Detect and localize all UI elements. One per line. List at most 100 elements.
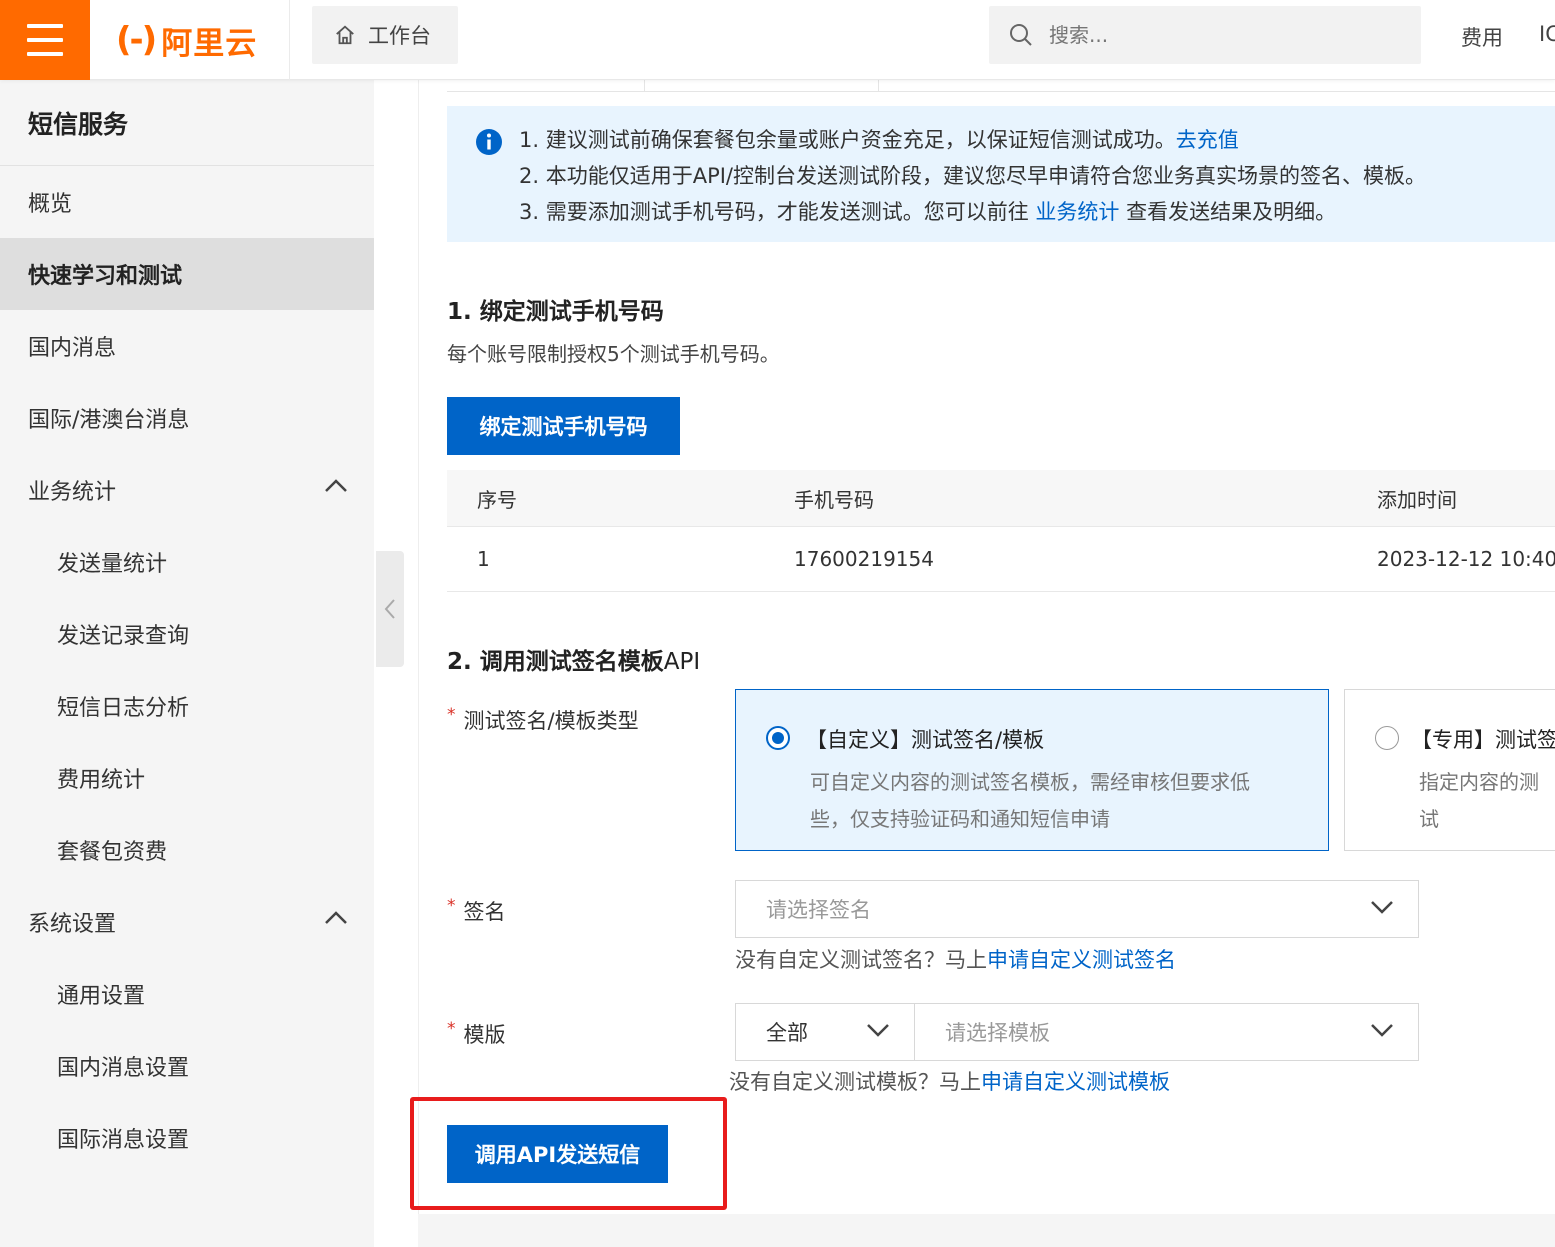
template-select-placeholder: 请选择模板: [945, 1021, 1050, 1045]
notice-line-2: 2. 本功能仅适用于API/控制台发送测试阶段，建议您尽早申请符合您业务真实场景…: [519, 158, 1555, 194]
radio-dedicated[interactable]: [1375, 726, 1399, 750]
tab-strip: [447, 80, 1555, 92]
column-header-phone: 手机号码: [794, 487, 874, 512]
notice-line-3-tail: 查看发送结果及明细。: [1119, 200, 1337, 224]
hamburger-menu-button[interactable]: [0, 0, 90, 80]
required-mark: *: [447, 896, 456, 916]
notice-line-3-text: 3. 需要添加测试手机号码，才能发送测试。您可以前往: [519, 200, 1036, 224]
sidebar-item-label: 发送记录查询: [57, 624, 190, 649]
search-box[interactable]: [989, 6, 1421, 64]
sidebar-item-label: 套餐包资费: [57, 840, 168, 865]
sidebar-item-label: 概览: [28, 192, 73, 217]
sidebar-item-domestic-settings[interactable]: 国内消息设置: [0, 1030, 374, 1102]
sidebar-group-settings[interactable]: 系统设置: [0, 886, 374, 958]
sidebar-item-cost-stats[interactable]: 费用统计: [0, 742, 374, 814]
sidebar: 短信服务 概览 快速学习和测试 国内消息 国际/港澳台消息 业务统计 发送量统计…: [0, 80, 374, 1247]
sidebar-item-label: 短信日志分析: [57, 696, 190, 721]
workbench-label: 工作台: [368, 24, 431, 48]
sign-select[interactable]: 请选择签名: [735, 880, 1419, 938]
workbench-button[interactable]: 工作台: [312, 6, 458, 64]
option-custom-title: 【自定义】测试签名/模板: [806, 728, 1045, 752]
section-1-title: 1. 绑定测试手机号码: [447, 299, 664, 325]
ic-link[interactable]: IC: [1539, 22, 1555, 46]
option-dedicated-desc-line: 指定内容的测试: [1419, 770, 1539, 831]
sidebar-item-overview[interactable]: 概览: [0, 166, 374, 238]
section-2-title-main: 2. 调用测试签名模板: [447, 649, 664, 675]
section-2-title: 2. 调用测试签名模板API: [447, 642, 700, 676]
column-header-index: 序号: [477, 487, 517, 512]
chevron-left-icon: [384, 599, 395, 619]
required-mark: *: [447, 1019, 456, 1039]
sign-hint: 没有自定义测试签名？马上申请自定义测试签名: [735, 944, 1176, 974]
required-mark: *: [447, 705, 456, 725]
notice-line-1-text: 1. 建议测试前确保套餐包余量或账户资金充足，以保证短信测试成功。: [519, 128, 1176, 152]
radio-custom[interactable]: [766, 726, 790, 750]
column-header-time: 添加时间: [1377, 487, 1457, 512]
chevron-up-icon: [325, 911, 347, 924]
sidebar-item-international-settings[interactable]: 国际消息设置: [0, 1102, 374, 1174]
option-custom-desc: 可自定义内容的测试签名模板，需经审核但要求低 些，仅支持验证码和通知短信申请: [810, 764, 1250, 838]
notice-line-2-text: 2. 本功能仅适用于API/控制台发送测试阶段，建议您尽早申请符合您业务真实场景…: [519, 164, 1427, 188]
sidebar-title: 短信服务: [0, 80, 374, 166]
chevron-down-icon: [867, 1024, 889, 1037]
sidebar-collapse-handle[interactable]: [376, 551, 404, 667]
aliyun-logo[interactable]: (-) 阿里云: [90, 0, 290, 80]
logo-text: 阿里云: [161, 25, 258, 62]
main-bottom-gap: [418, 1214, 1555, 1247]
chevron-down-icon: [1371, 1024, 1393, 1037]
sidebar-item-label: 国际/港澳台消息: [28, 408, 190, 433]
menu-icon: [27, 24, 63, 28]
tab-outline[interactable]: [644, 80, 879, 92]
template-select[interactable]: 请选择模板: [914, 1003, 1419, 1061]
sidebar-item-domestic[interactable]: 国内消息: [0, 310, 374, 382]
sidebar-item-label: 国内消息设置: [57, 1056, 190, 1081]
sidebar-item-international[interactable]: 国际/港澳台消息: [0, 382, 374, 454]
sidebar-item-quick-start[interactable]: 快速学习和测试: [0, 238, 374, 310]
sidebar-item-package-fees[interactable]: 套餐包资费: [0, 814, 374, 886]
menu-icon-bar: [27, 38, 63, 42]
template-label-text: 模版: [463, 1023, 506, 1047]
search-icon: [1010, 24, 1032, 46]
option-custom-desc-line-1: 可自定义内容的测试签名模板，需经审核但要求低: [810, 770, 1250, 794]
notice-line-3: 3. 需要添加测试手机号码，才能发送测试。您可以前往 业务统计 查看发送结果及明…: [519, 194, 1555, 230]
sign-select-placeholder: 请选择签名: [766, 898, 871, 922]
option-dedicated-card[interactable]: 【专用】测试签 指定内容的测试: [1344, 689, 1555, 851]
recharge-link[interactable]: 去充值: [1176, 128, 1239, 152]
template-type-select[interactable]: 全部: [735, 1003, 915, 1061]
fees-link[interactable]: 费用: [1461, 22, 1503, 52]
sidebar-item-label: 国际消息设置: [57, 1128, 190, 1153]
option-custom-card[interactable]: 【自定义】测试签名/模板 可自定义内容的测试签名模板，需经审核但要求低 些，仅支…: [735, 689, 1329, 851]
statistics-link[interactable]: 业务统计: [1035, 200, 1119, 224]
row-index: 1: [477, 547, 490, 571]
table-row: 1 17600219154 2023-12-12 10:40:3: [447, 527, 1555, 592]
option-custom-desc-line-2: 些，仅支持验证码和通知短信申请: [810, 807, 1110, 831]
section-2-title-tail: API: [663, 649, 701, 675]
sidebar-group-statistics[interactable]: 业务统计: [0, 454, 374, 526]
option-dedicated-desc: 指定内容的测试: [1419, 764, 1555, 838]
notice-line-1: 1. 建议测试前确保套餐包余量或账户资金充足，以保证短信测试成功。去充值: [519, 122, 1555, 158]
type-label: * 测试签名/模板类型: [447, 705, 639, 735]
highlight-box: [410, 1097, 727, 1210]
top-bar: (-) 阿里云 工作台 费用 IC: [0, 0, 1555, 80]
sidebar-item-general-settings[interactable]: 通用设置: [0, 958, 374, 1030]
menu-icon-bar: [27, 52, 63, 56]
sidebar-item-label: 国内消息: [28, 336, 117, 361]
bind-phone-button[interactable]: 绑定测试手机号码: [447, 397, 680, 455]
chevron-up-icon: [325, 479, 347, 492]
search-input[interactable]: [1049, 23, 1389, 47]
template-hint: 没有自定义测试模板？马上申请自定义测试模板: [729, 1066, 1170, 1096]
sign-hint-text: 没有自定义测试签名？马上: [735, 948, 987, 972]
apply-custom-sign-link[interactable]: 申请自定义测试签名: [987, 948, 1176, 972]
sidebar-item-send-records[interactable]: 发送记录查询: [0, 598, 374, 670]
chevron-down-icon: [1371, 901, 1393, 914]
sign-label-text: 签名: [463, 900, 506, 924]
sign-label: * 签名: [447, 896, 506, 926]
section-1-desc: 每个账号限制授权5个测试手机号码。: [447, 342, 780, 366]
sidebar-item-send-volume[interactable]: 发送量统计: [0, 526, 374, 598]
sidebar-item-log-analysis[interactable]: 短信日志分析: [0, 670, 374, 742]
apply-custom-template-link[interactable]: 申请自定义测试模板: [981, 1070, 1170, 1094]
template-hint-text: 没有自定义测试模板？马上: [729, 1070, 981, 1094]
sidebar-item-label: 业务统计: [28, 480, 117, 505]
home-icon: [336, 25, 354, 45]
sidebar-item-label: 系统设置: [28, 912, 117, 937]
